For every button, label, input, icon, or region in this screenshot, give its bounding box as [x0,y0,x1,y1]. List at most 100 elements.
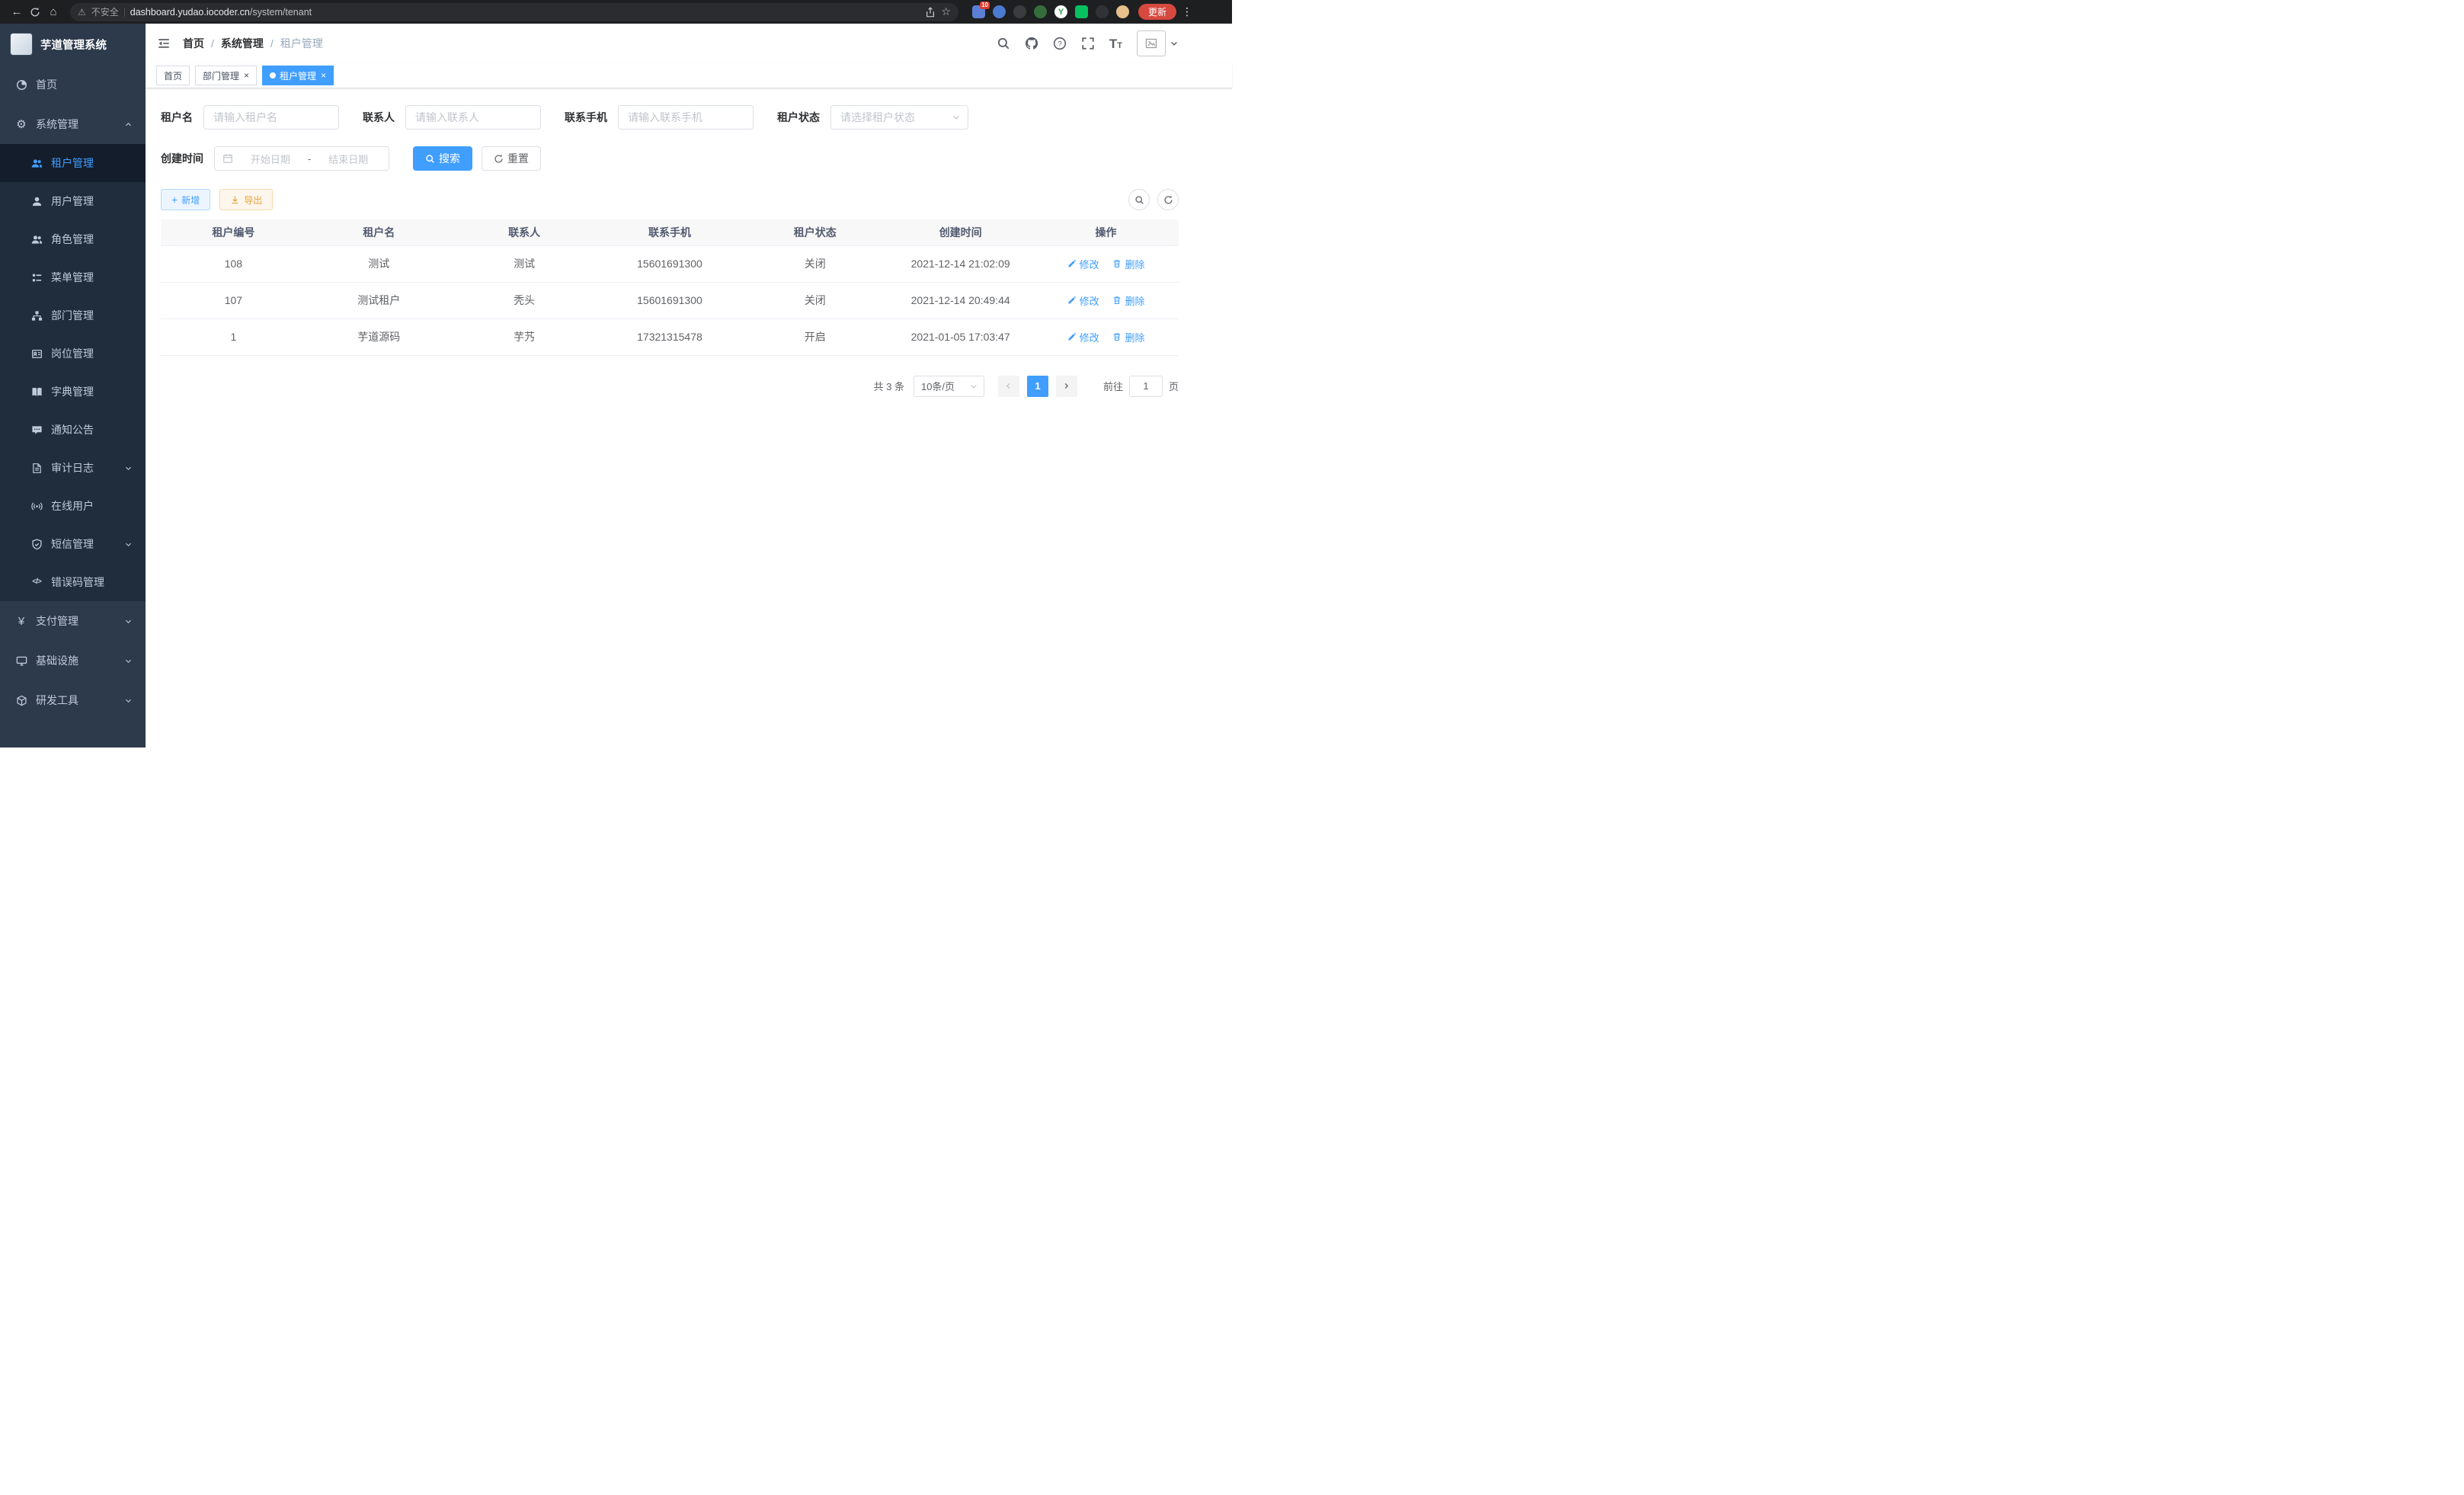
page-number-button[interactable]: 1 [1027,376,1048,397]
avatar-broken-image-icon [1137,30,1166,56]
tab-home[interactable]: 首页 [156,66,190,85]
cell-phone: 15601691300 [597,282,743,319]
breadcrumb-item-system[interactable]: 系统管理 [221,36,264,51]
github-icon[interactable] [1025,37,1038,50]
sidebar-item-error-code[interactable]: </> 错误码管理 [0,563,146,601]
error-code-icon: </> [30,576,43,588]
close-icon[interactable]: × [244,70,249,81]
cell-status: 关闭 [742,245,888,282]
omnibox-divider [124,8,125,17]
delete-button[interactable]: 删除 [1112,257,1144,271]
sidebar-item-menu[interactable]: 菜单管理 [0,258,146,296]
goto-page-input[interactable] [1129,376,1163,397]
refresh-button[interactable] [1157,189,1179,210]
tab-tenant[interactable]: 租户管理 × [262,66,334,85]
sidebar-item-post[interactable]: 岗位管理 [0,335,146,373]
tab-label: 部门管理 [203,69,239,82]
page-size-select[interactable]: 10条/页 [914,376,984,397]
table-row: 107 测试租户 秃头 15601691300 关闭 2021-12-14 20… [161,282,1179,319]
cell-actions: 修改 删除 [1033,282,1179,319]
browser-extension-icon[interactable]: Y [1054,5,1067,18]
user-avatar-menu[interactable] [1137,30,1179,56]
browser-refresh-button[interactable] [26,3,44,21]
header-status: 租户状态 [742,219,888,245]
sidebar-item-tenant[interactable]: 租户管理 [0,144,146,182]
sidebar-item-sms[interactable]: 短信管理 [0,525,146,563]
tenant-status-select[interactable]: 请选择租户状态 [830,105,968,130]
tab-label: 首页 [164,69,182,82]
browser-extension-icon[interactable] [1034,5,1047,18]
reset-button[interactable]: 重置 [482,146,541,171]
browser-home-button[interactable]: ⌂ [44,3,62,21]
add-button[interactable]: + 新增 [161,189,210,210]
edit-button[interactable]: 修改 [1067,293,1099,308]
chrome-menu-icon[interactable]: ⋮ [1182,5,1192,18]
sidebar-item-user[interactable]: 用户管理 [0,182,146,220]
sidebar-item-audit-log[interactable]: 审计日志 [0,449,146,487]
prev-page-button[interactable] [998,376,1019,397]
security-label[interactable]: 不安全 [91,5,119,18]
app-logo[interactable]: 芋道管理系统 [0,24,146,65]
delete-button[interactable]: 删除 [1112,330,1144,344]
tenant-name-input[interactable] [203,105,339,130]
start-date-placeholder: 开始日期 [238,152,303,166]
page-size-value: 10条/页 [921,379,955,393]
add-button-label: 新增 [181,194,200,206]
browser-extension-icon[interactable] [1075,5,1088,18]
bookmark-star-icon[interactable]: ☆ [941,5,951,18]
sidebar-item-devtool[interactable]: 研发工具 [0,680,146,720]
tab-dept[interactable]: 部门管理 × [195,66,257,85]
fullscreen-icon[interactable] [1081,37,1095,50]
chevron-up-icon [124,120,133,129]
chrome-update-button[interactable]: 更新 [1138,4,1176,20]
browser-extension-icon[interactable]: 10 [972,5,985,18]
search-button-label: 搜索 [439,151,460,166]
browser-profile-avatar[interactable] [1116,5,1129,18]
dashboard-icon [15,78,27,91]
sidebar-item-online-user[interactable]: 在线用户 [0,487,146,525]
dept-tree-icon [30,309,43,322]
hamburger-icon[interactable] [157,37,171,50]
font-size-icon[interactable]: TT [1109,37,1122,50]
create-time-range-picker[interactable]: 开始日期 - 结束日期 [214,146,389,171]
next-page-button[interactable] [1056,376,1077,397]
cell-actions: 修改 删除 [1033,319,1179,355]
browser-puzzle-icon[interactable] [1096,5,1109,18]
sidebar-item-pay[interactable]: ¥ 支付管理 [0,601,146,641]
share-icon[interactable] [925,7,936,18]
sidebar-item-notice[interactable]: 通知公告 [0,411,146,449]
browser-back-button[interactable]: ← [8,3,26,21]
extension-badge: 10 [980,2,990,9]
address-bar[interactable]: ⚠ 不安全 dashboard.yudao.iocoder.cn/system/… [70,3,958,21]
cell-status: 开启 [742,319,888,355]
user-icon [30,195,43,207]
sidebar-item-infra[interactable]: 基础设施 [0,641,146,680]
browser-extension-icon[interactable] [1013,5,1026,18]
breadcrumb-item-home[interactable]: 首页 [183,36,204,51]
edit-button-label: 修改 [1080,257,1099,271]
browser-extension-icon[interactable] [993,5,1006,18]
sidebar-item-role[interactable]: 角色管理 [0,220,146,258]
search-icon[interactable] [997,37,1010,50]
sidebar-submenu-system: 租户管理 用户管理 角色管理 菜单管理 [0,144,146,601]
sidebar-item-dict[interactable]: 字典管理 [0,373,146,411]
pagination: 共 3 条 10条/页 1 前往 页 [161,376,1179,397]
delete-button-label: 删除 [1125,330,1144,344]
sidebar-item-label: 租户管理 [51,155,94,171]
export-button-label: 导出 [244,194,262,206]
toggle-search-button[interactable] [1128,189,1150,210]
phone-input[interactable] [618,105,754,130]
sidebar-item-home[interactable]: 首页 [0,65,146,104]
close-icon[interactable]: × [321,70,326,81]
edit-button[interactable]: 修改 [1067,330,1099,344]
sidebar-item-dept[interactable]: 部门管理 [0,296,146,335]
chevron-down-icon [124,696,133,705]
question-icon[interactable]: ? [1053,37,1067,50]
delete-button[interactable]: 删除 [1112,293,1144,308]
search-button[interactable]: 搜索 [413,146,472,171]
export-button[interactable]: 导出 [219,189,273,210]
sidebar: 芋道管理系统 首页 ⚙ 系统管理 租户管理 [0,24,146,748]
edit-button[interactable]: 修改 [1067,257,1099,271]
contact-input[interactable] [405,105,541,130]
sidebar-item-system[interactable]: ⚙ 系统管理 [0,104,146,144]
